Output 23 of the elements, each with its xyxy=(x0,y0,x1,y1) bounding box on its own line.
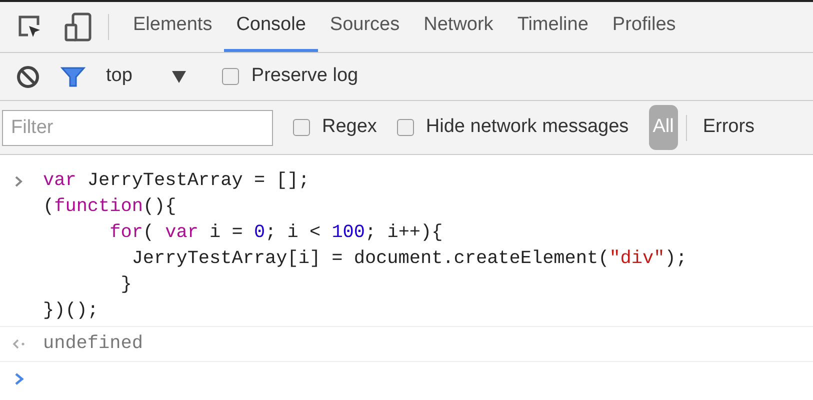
checkbox-label: Hide network messages xyxy=(426,115,629,140)
panel-tab[interactable]: Network xyxy=(412,2,506,52)
checkbox-label: Preserve log xyxy=(251,64,358,88)
panel-tab[interactable]: Profiles xyxy=(600,2,688,52)
filter-icon[interactable] xyxy=(60,64,86,88)
dropdown-triangle-icon[interactable] xyxy=(172,70,186,82)
level-filter[interactable]: Errors xyxy=(694,113,763,142)
checkbox[interactable] xyxy=(222,68,240,85)
prompt-chevron-icon[interactable] xyxy=(15,373,24,385)
filter-input[interactable]: Filter xyxy=(2,110,273,146)
panel-tab[interactable]: Timeline xyxy=(505,2,600,52)
panel-tab[interactable]: Sources xyxy=(318,2,412,52)
checkbox[interactable] xyxy=(396,119,414,136)
panel-tab[interactable]: Elements xyxy=(121,2,224,52)
prompt-chevron-icon xyxy=(15,176,23,187)
code-text: var JerryTestArray = []; (function(){ for( var i = 0; i < 100; i++){ JerryTestArray[i] = document.createElement("div"); } })(); xyxy=(43,169,687,323)
checkbox[interactable] xyxy=(293,119,310,136)
checkbox-label: Regex xyxy=(322,115,377,140)
device-icon[interactable] xyxy=(64,12,92,42)
result-arrow-icon xyxy=(12,339,26,349)
result-value: undefined xyxy=(43,332,143,356)
context-select[interactable]: top xyxy=(106,62,186,91)
clear-console-icon[interactable] xyxy=(16,64,40,88)
